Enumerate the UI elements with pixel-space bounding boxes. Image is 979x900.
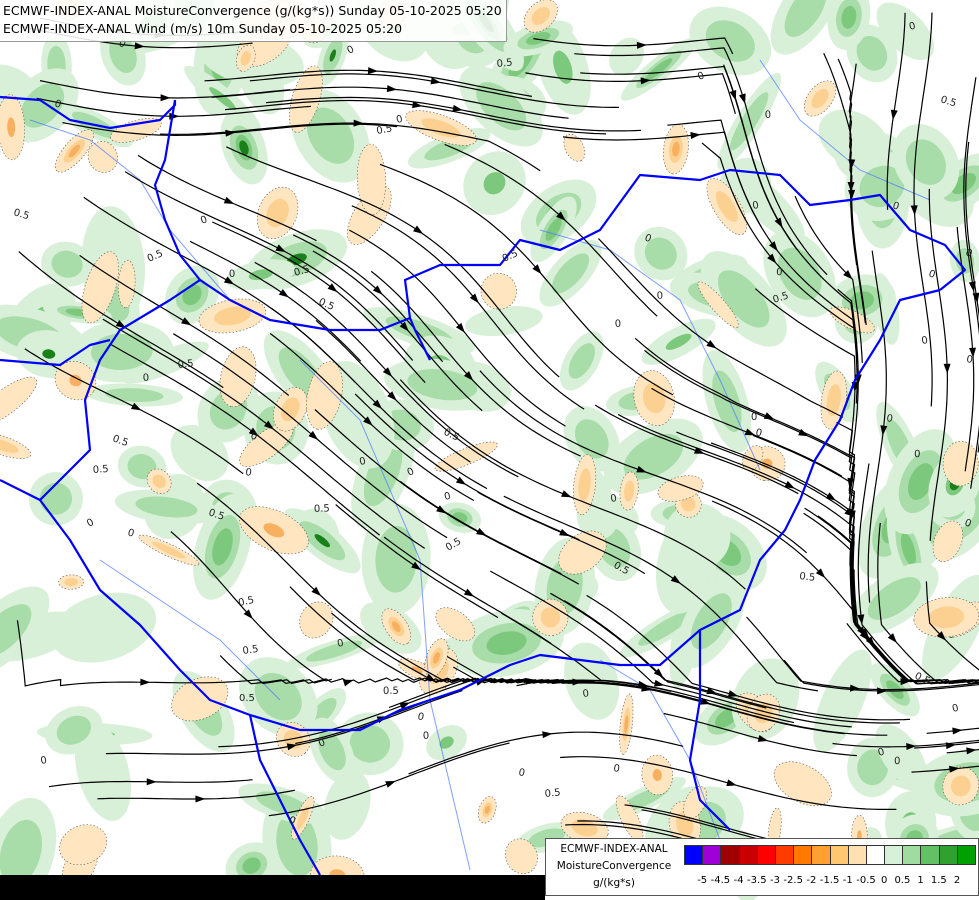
contour-label: 0 [229,269,236,280]
bottom-bar [0,875,545,900]
legend-model: ECMWF-INDEX-ANAL [560,843,668,855]
legend-tick: -4 [733,875,744,886]
contour-label: 0 [656,290,663,302]
contour-label: 0.5 [177,358,194,371]
legend-swatch [738,845,758,865]
legend-tick: -1.5 [819,875,840,886]
color-legend: ECMWF-INDEX-ANAL MoistureConvergence g/(… [545,838,979,896]
legend-tick: -1 [842,875,853,886]
legend-tick: -0.5 [856,875,876,886]
contour-label: 0 [894,756,901,767]
contour-label: 0 [751,412,758,423]
legend-tick: 0 [881,875,888,886]
map-title: ECMWF-INDEX-ANAL MoistureConvergence (g/… [0,0,507,42]
legend-swatch [793,845,813,865]
legend-tick: 1.5 [930,875,947,886]
legend-swatch [774,845,795,865]
title-line-moisture: ECMWF-INDEX-ANAL MoistureConvergence (g/… [3,3,502,18]
contour-label: 0 [776,267,783,278]
legend-swatch [756,845,776,865]
contour-label: 0 [614,319,621,330]
legend-swatch [865,845,886,865]
legend-tick: -2.5 [783,875,803,886]
contour-label: 0.5 [544,787,561,800]
legend-swatch [956,845,976,865]
legend-variable: MoistureConvergence [556,860,672,872]
legend-tick: -3.5 [747,875,767,886]
legend-tick: -2 [806,875,817,886]
contour-label: 0 [764,110,771,121]
legend-swatch [702,845,722,865]
contour-label: 0 [582,688,590,700]
contour-label: 0.5 [242,644,259,657]
legend-swatch [811,845,831,865]
legend-tick: 0.5 [894,875,911,886]
contour-label: 0 [142,373,149,384]
contour-label: 0.5 [314,503,330,515]
legend-swatch [902,845,922,865]
contour-label: 0.5 [799,571,816,584]
legend-swatch [920,845,940,865]
weather-map: 0.5000.5000.5000.5000.5000.5000.5000.500… [0,0,979,900]
title-line-wind: ECMWF-INDEX-ANAL Wind (m/s) 10m Sunday 0… [3,21,403,36]
legend-swatch [847,845,867,865]
contour-label: 0.5 [383,686,399,697]
legend-swatch [938,845,958,865]
legend-tick: -3 [770,875,780,886]
legend-tick: 2 [953,875,961,886]
contour-label: 0.5 [496,57,513,70]
legend-swatch [829,845,849,865]
legend-tick: -5 [697,875,708,886]
legend-swatch [884,845,904,865]
legend-swatch [684,845,704,865]
contour-label: 0 [423,731,430,742]
contour-label: 0.5 [239,693,255,704]
contour-label: 0 [914,449,921,460]
legend-swatches [684,845,976,865]
contour-label: 0.5 [92,464,109,476]
legend-swatch [720,845,740,865]
legend-tick: 1 [917,875,924,886]
legend-unit: g/(kg*s) [593,877,635,889]
legend-tick: -4.5 [710,875,731,886]
